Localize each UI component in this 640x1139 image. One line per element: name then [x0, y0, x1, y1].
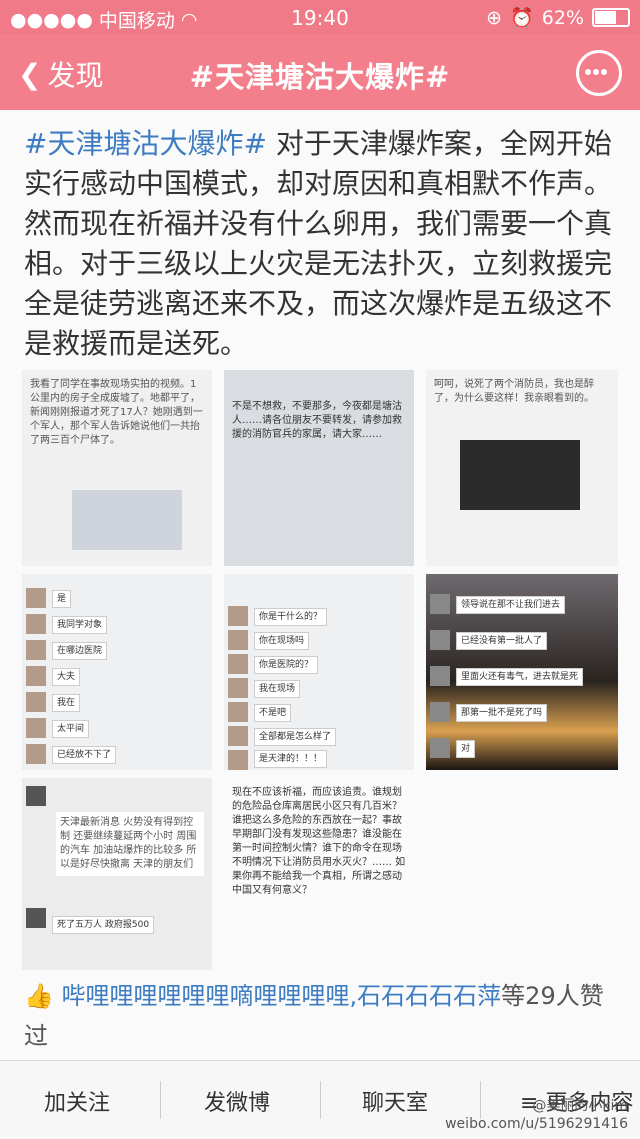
post-image-6[interactable]: 领导说在那不让我们进去 已经没有第一批人了 里面火还有毒气，进去就是死 那第一批…	[426, 574, 618, 770]
status-right: ⊕ ⏰ 62%	[486, 6, 630, 29]
chat-bubble: 不是吧	[254, 704, 292, 722]
chat-bubble: 已经放不下了	[52, 746, 117, 764]
battery-icon	[592, 8, 630, 27]
chat-bubble: 全部都是怎么样了	[254, 728, 337, 746]
post-image-5[interactable]: 你是干什么的？ 你在现场吗 你是医院的？ 我在现场 不是吧 全部都是怎么样了 是…	[224, 574, 414, 770]
post-image-2[interactable]: 不是不想救，不要那多，今夜都是塘沽人……请各位朋友不要转发，请参加救援的消防官兵…	[224, 370, 414, 566]
image-caption: 呵呵，说死了两个消防员，我也是醉了，为什么要这样！我亲眼看到的。	[434, 379, 594, 404]
chat-bubble: 已经没有第一批人了	[456, 632, 548, 650]
chat-bubble: 是天津的！！！	[254, 750, 328, 768]
thumbnail	[72, 490, 182, 550]
post-image-3[interactable]: 呵呵，说死了两个消防员，我也是醉了，为什么要这样！我亲眼看到的。	[426, 370, 618, 566]
nav-bar: ❮ 发现 #天津塘沽大爆炸#	[0, 34, 640, 110]
post-content: #天津塘沽大爆炸# 对于天津爆炸案，全网开始实行感动中国模式，却对原因和真相默不…	[0, 110, 640, 1060]
status-bar: ●●●●● 中国移动 ◠ 19:40 ⊕ ⏰ 62%	[0, 0, 640, 34]
liker-names[interactable]: 哔哩哩哩哩哩哩嘀哩哩哩哩,石石石石石萍	[62, 982, 502, 1010]
post-image-1[interactable]: 我看了同学在事故现场实拍的视频。1公里内的房子全成废墟了。地都平了，新闻刚刚报道…	[22, 370, 212, 566]
post-hashtag-link[interactable]: #天津塘沽大爆炸#	[24, 127, 267, 160]
chat-bubble: 你是干什么的？	[254, 608, 328, 626]
divider	[160, 1081, 161, 1119]
chat-bubble: 我在	[52, 694, 81, 712]
chat-bubble: 我同学对象	[52, 616, 108, 634]
chat-bubble: 你在现场吗	[254, 632, 310, 650]
divider	[320, 1081, 321, 1119]
post-image-8[interactable]: 现在不应该祈福，而应该追责。谁规划的危险品仓库离居民小区只有几百米？谁把这么多危…	[224, 778, 414, 970]
watermark-user: @美丽的小kim	[532, 1098, 628, 1114]
chat-bubble: 那第一批不是死了吗	[456, 704, 548, 722]
image-caption: 现在不应该祈福，而应该追责。谁规划的危险品仓库离居民小区只有几百米？谁把这么多危…	[232, 787, 406, 896]
post-weibo-button[interactable]: 发微博	[204, 1085, 270, 1117]
post-image-4[interactable]: 是 我同学对象 在哪边医院 大夫 我在 太平间 已经放不下了	[22, 574, 212, 770]
chat-bubble: 太平间	[52, 720, 90, 738]
watermark: @美丽的小kim weibo.com/u/5196291416	[445, 1097, 628, 1133]
chat-bubble: 我在现场	[254, 680, 301, 698]
bottom-toolbar: 加关注 发微博 聊天室 ≡ 更多内容 @美丽的小kim weibo.com/u/…	[0, 1060, 640, 1139]
thumbs-up-icon[interactable]: 👍	[24, 982, 54, 1010]
chat-bubble: 对	[456, 740, 476, 758]
chat-bubble: 在哪边医院	[52, 642, 108, 660]
rotation-lock-icon: ⊕	[486, 6, 503, 29]
post-text: #天津塘沽大爆炸# 对于天津爆炸案，全网开始实行感动中国模式，却对原因和真相默不…	[24, 124, 616, 364]
chat-bubble: 领导说在那不让我们进去	[456, 596, 566, 614]
image-caption: 天津最新消息 火势没有得到控制 还要继续蔓延两个小时 周围的汽车 加油站爆炸的比…	[56, 812, 204, 876]
page-title: #天津塘沽大爆炸#	[189, 60, 451, 94]
chat-bubble: 是	[52, 590, 72, 608]
image-caption: 我看了同学在事故现场实拍的视频。1公里内的房子全成废墟了。地都平了，新闻刚刚报道…	[30, 379, 203, 446]
alarm-icon: ⏰	[510, 7, 534, 29]
post-image-7[interactable]: 天津最新消息 火势没有得到控制 还要继续蔓延两个小时 周围的汽车 加油站爆炸的比…	[22, 778, 212, 970]
more-options-button[interactable]	[576, 50, 622, 96]
chatroom-button[interactable]: 聊天室	[362, 1085, 428, 1117]
follow-button[interactable]: 加关注	[44, 1085, 110, 1117]
video-thumbnail	[460, 440, 580, 510]
watermark-url: weibo.com/u/5196291416	[445, 1116, 628, 1132]
more-dot-icon	[585, 69, 591, 75]
chat-bubble: 你是医院的？	[254, 656, 319, 674]
more-dot-icon	[601, 69, 607, 75]
image-caption: 不是不想救，不要那多，今夜都是塘沽人……请各位朋友不要转发，请参加救援的消防官兵…	[232, 401, 402, 440]
more-dot-icon	[593, 69, 599, 75]
chat-bubble: 死了五万人 政府报500	[52, 916, 155, 934]
likes-row: 👍 哔哩哩哩哩哩哩嘀哩哩哩哩,石石石石石萍等29人赞过	[24, 976, 616, 1056]
battery-percent: 62%	[541, 6, 584, 29]
chat-bubble: 里面火还有毒气，进去就是死	[456, 668, 584, 686]
post-body: 对于天津爆炸案，全网开始实行感动中国模式，却对原因和真相默不作声。然而现在祈福并…	[24, 127, 613, 360]
chat-bubble: 大夫	[52, 668, 81, 686]
image-grid: 我看了同学在事故现场实拍的视频。1公里内的房子全成废墟了。地都平了，新闻刚刚报道…	[22, 370, 618, 970]
